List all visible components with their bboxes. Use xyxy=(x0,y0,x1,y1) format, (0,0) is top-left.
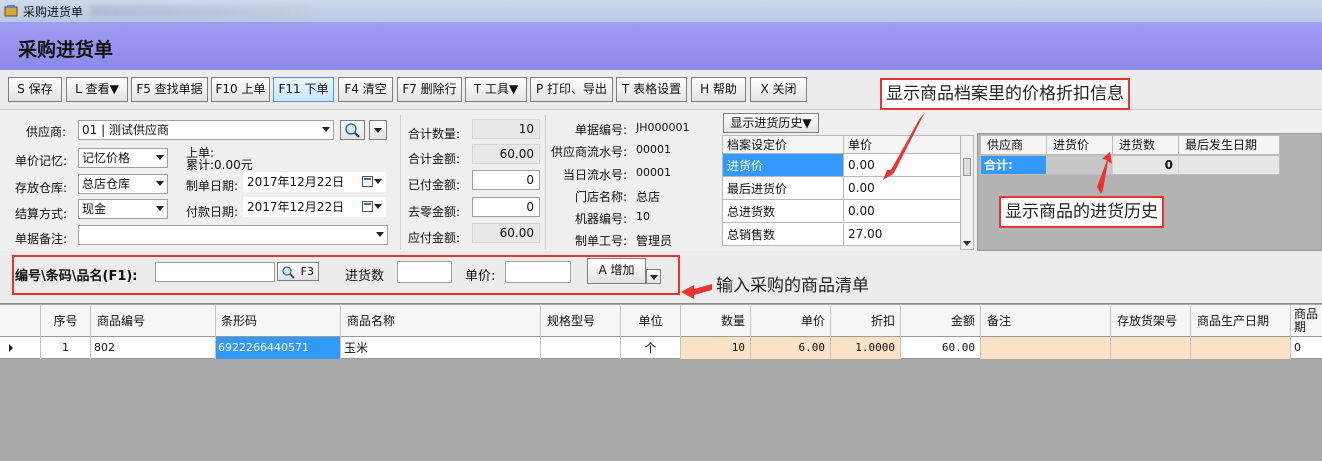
annotation-arrows xyxy=(681,113,1112,299)
arrow-history xyxy=(1097,152,1112,194)
arrow-entry xyxy=(681,284,712,299)
arrow-price-info xyxy=(883,113,925,180)
